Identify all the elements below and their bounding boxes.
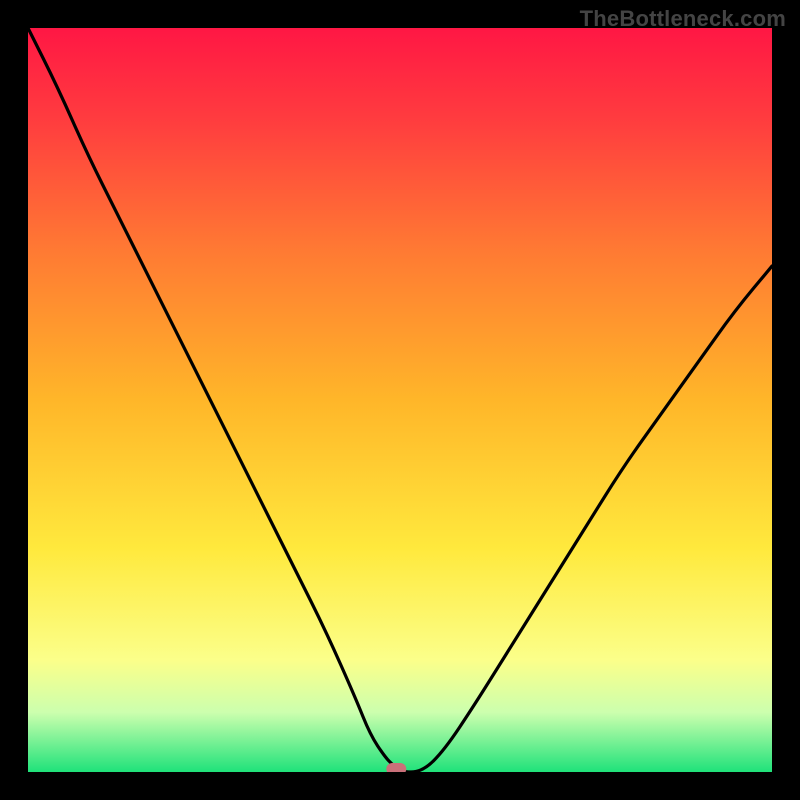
chart-frame: TheBottleneck.com [0, 0, 800, 800]
optimum-marker [386, 763, 406, 775]
bottleneck-chart [0, 0, 800, 800]
plot-background [28, 28, 772, 772]
watermark-text: TheBottleneck.com [580, 6, 786, 32]
